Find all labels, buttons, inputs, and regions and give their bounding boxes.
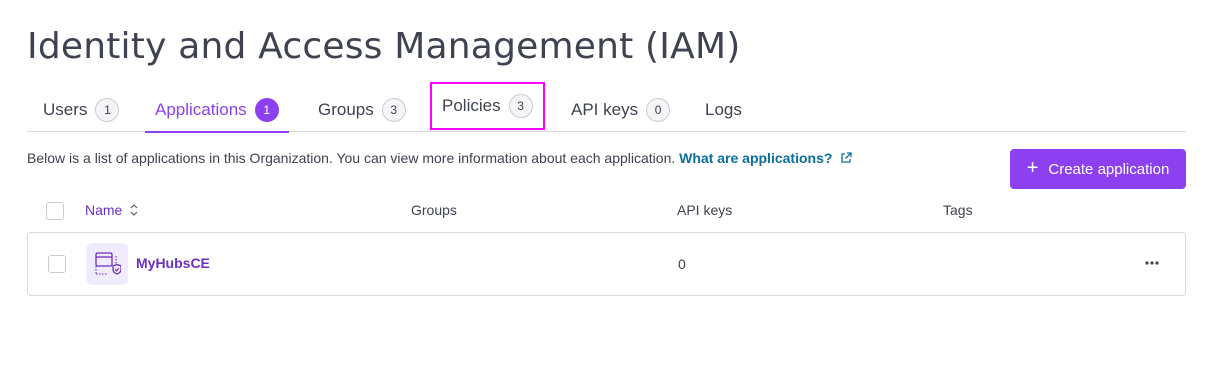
tab-logs[interactable]: Logs: [705, 88, 742, 132]
column-header-groups: Groups: [411, 202, 457, 218]
tab-api-keys[interactable]: API keys 0: [571, 88, 671, 132]
plus-icon: +: [1026, 157, 1039, 179]
tab-count-badge: 0: [646, 98, 671, 122]
tab-count-badge: 1: [254, 98, 279, 122]
create-application-label: Create application: [1048, 160, 1170, 178]
column-header-name[interactable]: Name: [85, 202, 138, 220]
tab-count-badge: 3: [508, 94, 533, 118]
table-row: MyHubsCE 0: [27, 232, 1186, 296]
table-header: Name Groups API keys Tags: [27, 196, 1186, 226]
tab-label: Groups: [318, 100, 374, 119]
application-icon: [86, 243, 128, 285]
what-are-applications-link[interactable]: What are applications?: [679, 150, 853, 167]
api-keys-count: 0: [678, 256, 686, 272]
tab-label: Policies: [442, 96, 501, 115]
external-link-icon: [840, 151, 853, 167]
row-checkbox[interactable]: [48, 255, 66, 273]
tab-count-badge: 1: [95, 98, 120, 122]
tab-bar: Users 1 Applications 1 Groups 3 Policies…: [27, 82, 1186, 133]
sort-icon: [130, 203, 138, 220]
tab-applications[interactable]: Applications 1: [145, 88, 289, 133]
column-header-tags: Tags: [943, 202, 973, 218]
tab-label: API keys: [571, 100, 639, 119]
application-name-link[interactable]: MyHubsCE: [136, 255, 210, 271]
tab-count-badge: 3: [381, 98, 406, 122]
create-application-button[interactable]: + Create application: [1010, 149, 1186, 189]
page-description: Below is a list of applications in this …: [27, 150, 853, 167]
select-all-checkbox[interactable]: [46, 202, 64, 220]
tab-policies[interactable]: Policies 3: [430, 82, 545, 130]
tab-users[interactable]: Users 1: [43, 88, 120, 132]
tab-label: Applications: [155, 100, 247, 119]
page-title: Identity and Access Management (IAM): [27, 26, 741, 67]
column-header-api-keys: API keys: [677, 202, 733, 218]
tab-label: Users: [43, 100, 88, 119]
tab-label: Logs: [705, 100, 742, 119]
tab-groups[interactable]: Groups 3: [318, 88, 406, 132]
description-text: Below is a list of applications in this …: [27, 150, 676, 166]
more-icon[interactable]: [1140, 251, 1164, 275]
